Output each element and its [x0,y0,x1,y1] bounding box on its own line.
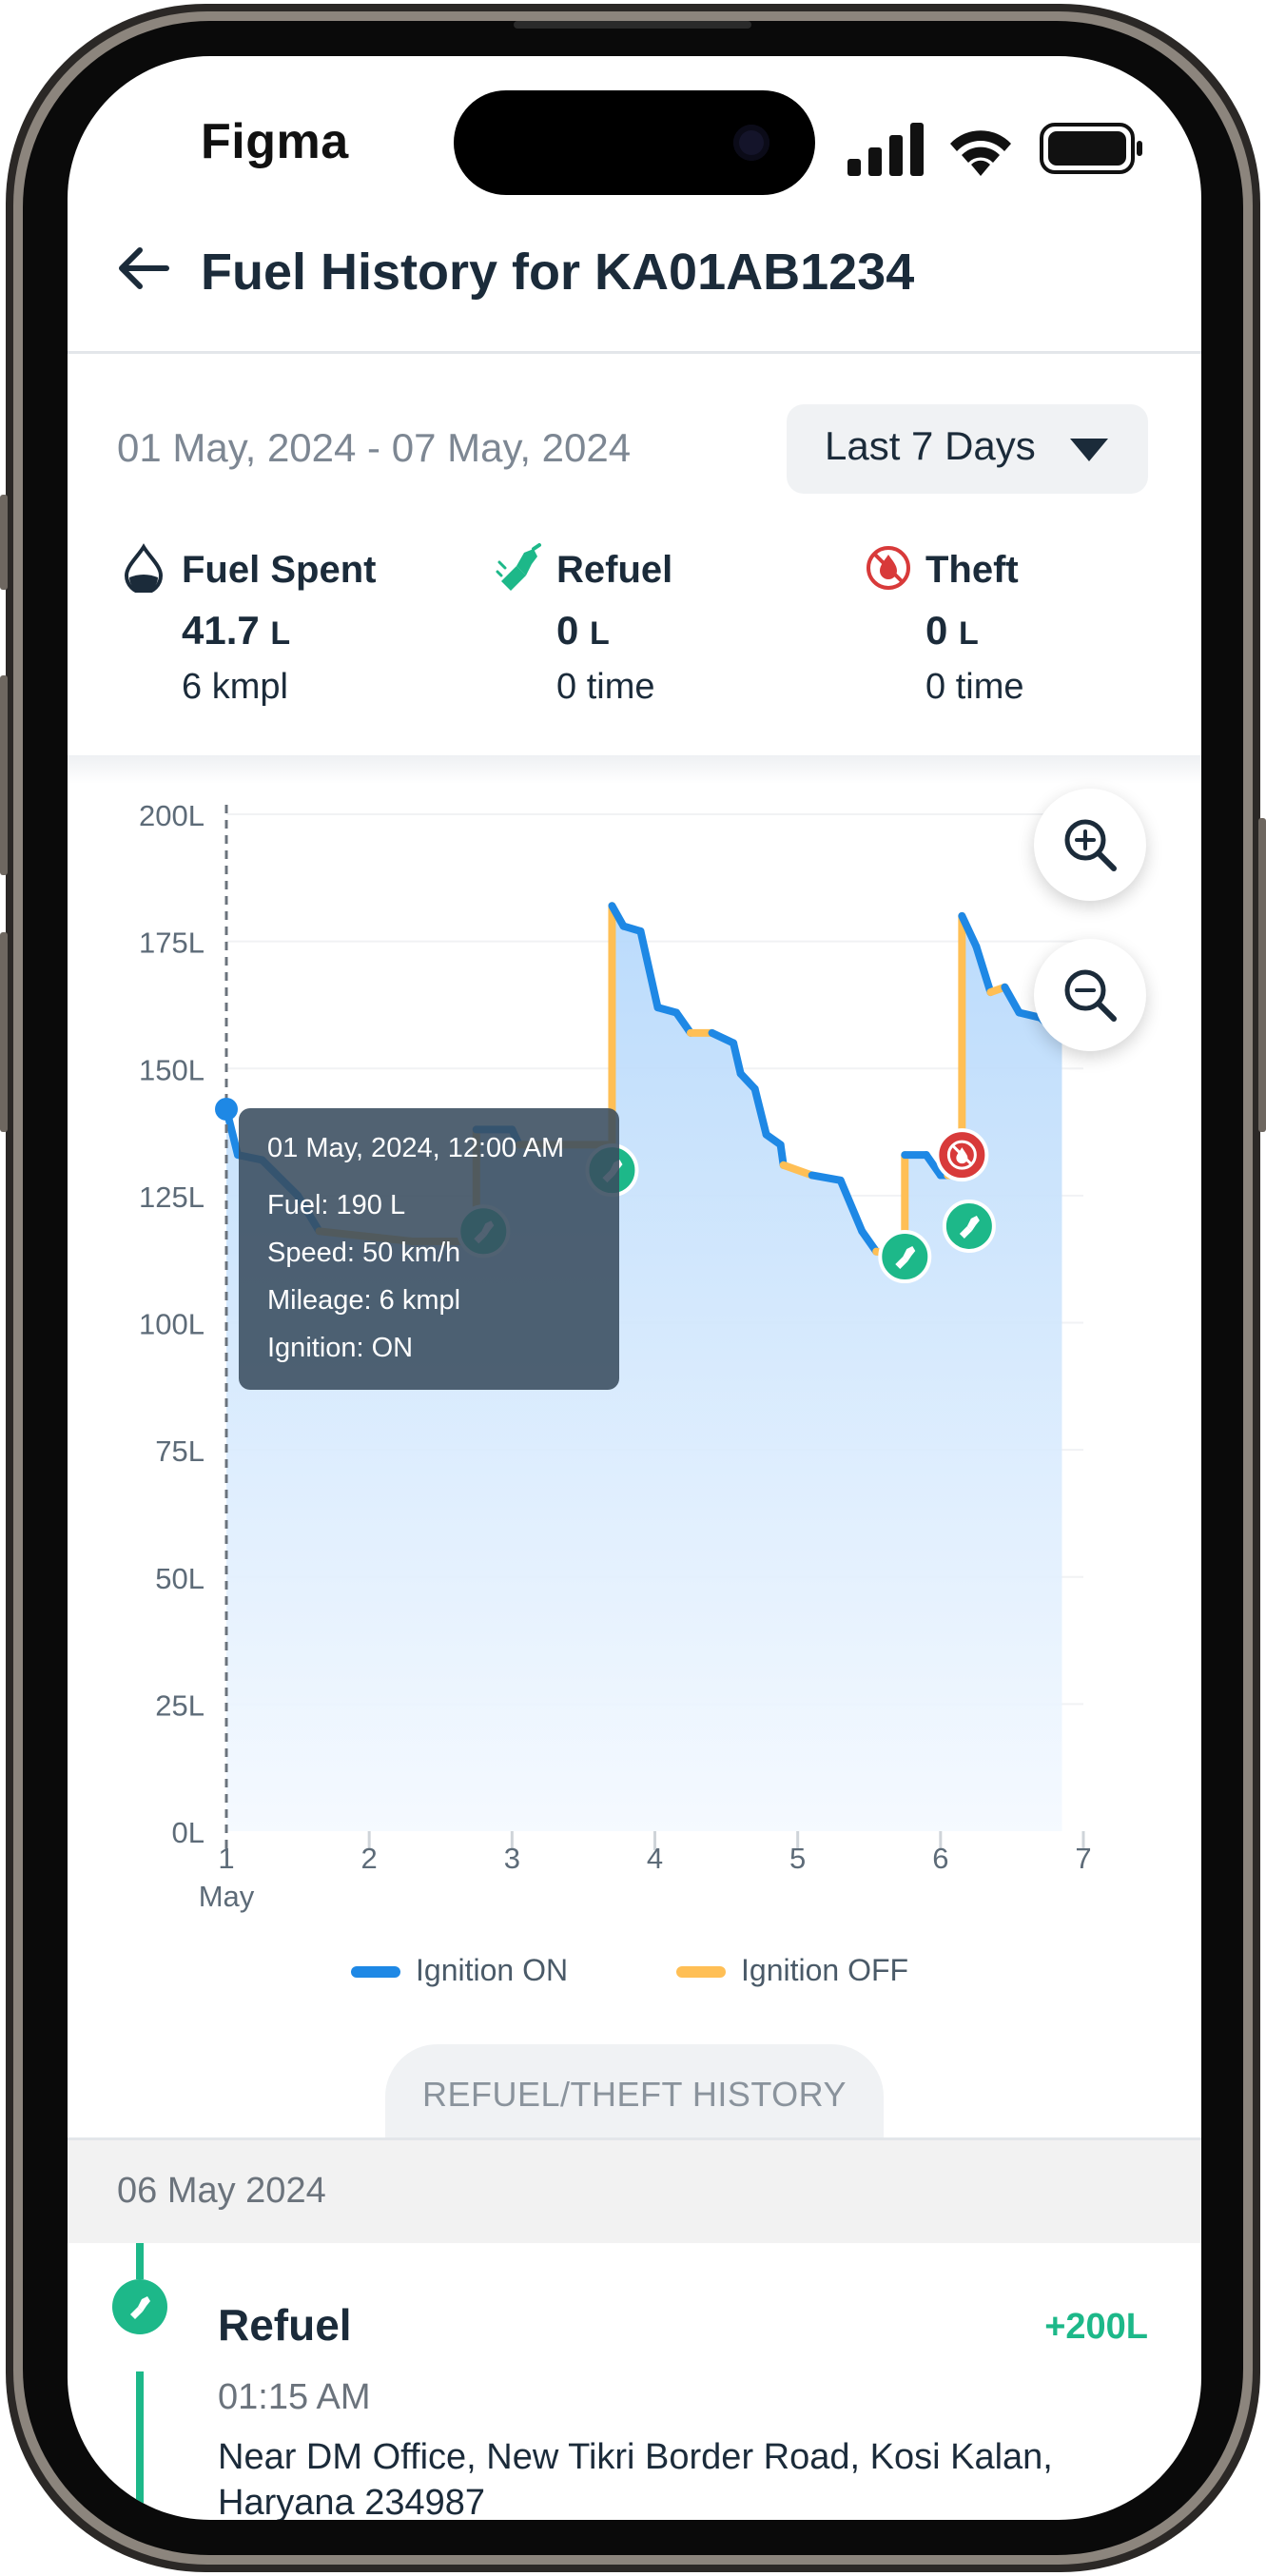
app-screen: Figma Fuel History for KA01AB1234 01 May… [68,56,1201,2520]
stat-fuel-spent: Fuel Spent 41.7 L 6 kmpl [121,543,482,733]
zoom-in-button[interactable] [1034,789,1146,901]
fuel-history-chart[interactable]: 200L175L150L125L100L75L50L25L0L1 2 3 4 5 6 7Ma… [68,760,1201,2187]
stat-value: 0 L [556,608,610,653]
stat-label: Fuel Spent [182,549,377,591]
cursor-point [215,1098,238,1122]
event-time: 01:15 AM [218,2377,371,2417]
y-tick-label: 25L [155,1688,205,1722]
day-header: 06 May 2024 [68,2140,1201,2243]
zoom-out-button[interactable] [1034,939,1146,1051]
period-dropdown[interactable]: Last 7 Days [787,404,1148,494]
y-tick-label: 50L [155,1562,205,1595]
refuel-event-icon [112,2279,167,2334]
page-title: Fuel History for KA01AB1234 [201,244,915,301]
stat-label: Theft [925,549,1019,591]
legend-label: Ignition ON [416,1953,569,1987]
header-divider [68,351,1201,354]
zoom-in-icon [1064,819,1117,871]
day-header-label: 06 May 2024 [117,2171,326,2211]
cellular-signal-icon [847,123,924,176]
theft-marker-icon [935,1128,989,1182]
stat-value: 41.7 L [182,608,291,653]
y-tick-label: 75L [155,1434,205,1468]
x-tick-label: 7 [1075,1842,1091,1875]
dynamic-island [454,90,815,195]
legend-swatch [676,1966,726,1978]
battery-icon [1040,123,1142,174]
x-tick-label: 3 [504,1842,520,1875]
legend-ignition-off: Ignition OFF [676,1953,962,1991]
refuel-marker-icon [878,1230,932,1284]
camera-lens [733,125,769,161]
y-tick-label: 125L [139,1181,205,1214]
event-address: Near DM Office, New Tikri Border Road, K… [218,2437,1053,2520]
stat-subtext: 6 kmpl [182,667,288,707]
y-tick-label: 150L [139,1053,205,1086]
x-tick-label: 4 [647,1842,663,1875]
stat-label: Refuel [556,549,673,591]
fuel-line-segment [808,1171,845,1184]
theft-icon [867,546,910,590]
back-arrow-icon[interactable] [109,235,176,302]
tooltip-time: 01 May, 2024, 12:00 AM [267,1133,565,1163]
event-amount: +200L [1044,2307,1148,2347]
y-tick-label: 175L [139,927,205,960]
timeline-line [136,2243,144,2279]
stat-subtext: 0 time [556,667,655,707]
y-tick-label: 100L [139,1308,205,1341]
x-tick-sublabel: May [199,1880,255,1913]
date-range-text: 01 May, 2024 - 07 May, 2024 [117,425,632,470]
history-tab[interactable]: REFUEL/THEFT HISTORY [385,2044,884,2149]
refuel-marker-icon [942,1199,996,1253]
y-tick-label: 200L [139,799,205,832]
x-tick-label: 2 [361,1842,378,1875]
stat-value: 0 L [925,608,979,653]
caret-down-icon [1070,439,1108,461]
tooltip-fuel: Fuel: 190 L [267,1190,406,1220]
legend-swatch [351,1966,400,1978]
timeline-line [136,2371,144,2520]
history-tab-label: REFUEL/THEFT HISTORY [421,2075,847,2114]
stat-refuel: Refuel 0 L 0 time [496,543,857,733]
tooltip-speed: Speed: 50 km/h [267,1238,461,1268]
legend-ignition-on: Ignition ON [351,1953,598,1991]
wifi-icon [950,130,1011,176]
tooltip-mileage: Mileage: 6 kmpl [267,1285,461,1316]
x-tick-label: 6 [932,1842,948,1875]
fuel-pump-icon [496,543,541,591]
x-tick-label: 5 [789,1842,806,1875]
event-title: Refuel [218,2300,352,2350]
period-dropdown-label: Last 7 Days [825,423,1036,468]
fuel-drop-icon [124,543,164,593]
y-tick-label: 0L [172,1816,205,1849]
status-app-name: Figma [201,114,349,169]
tooltip-ignition: Ignition: ON [267,1333,414,1363]
zoom-out-icon [1064,969,1117,1022]
legend-label: Ignition OFF [741,1953,909,1987]
stat-theft: Theft 0 L 0 time [865,543,1201,733]
chart-tooltip: 01 May, 2024, 12:00 AM Fuel: 190 L Speed… [239,1108,619,1390]
stat-subtext: 0 time [925,667,1024,707]
